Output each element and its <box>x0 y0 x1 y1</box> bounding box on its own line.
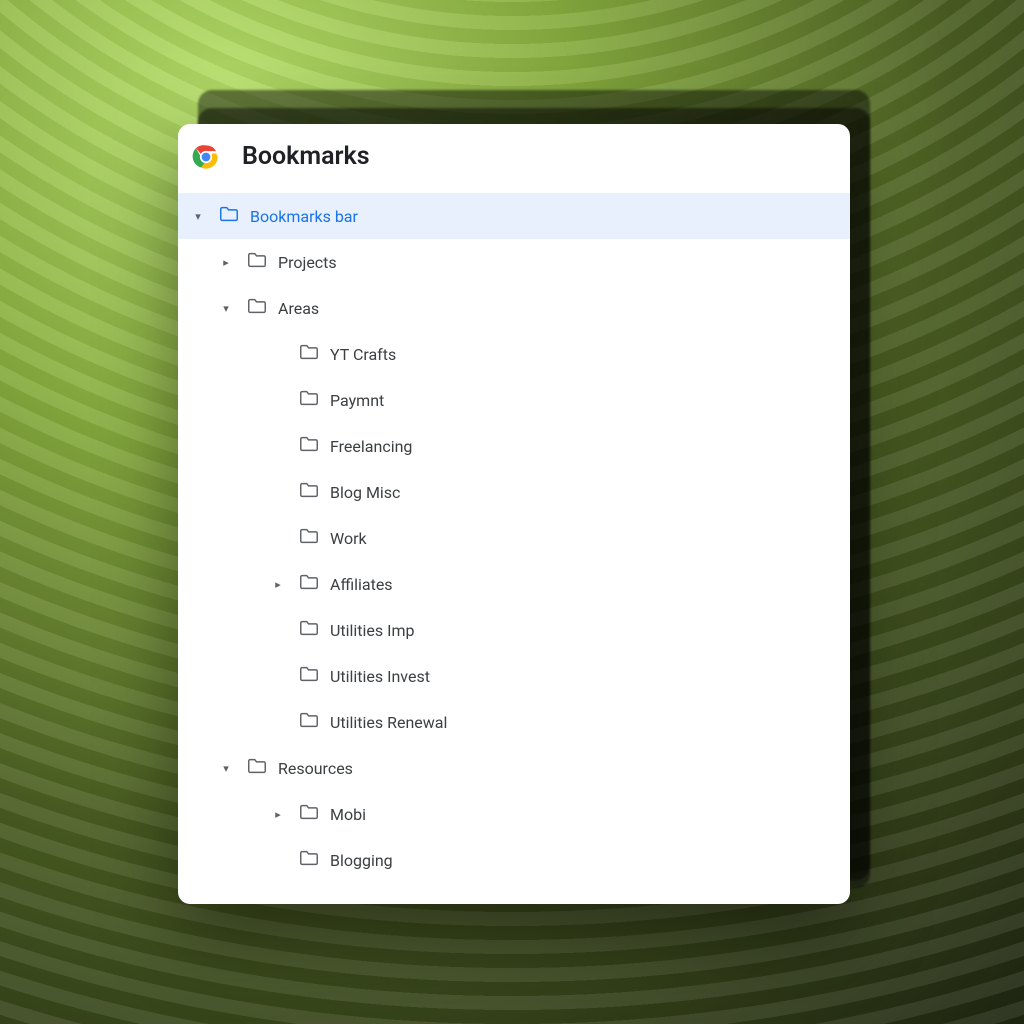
folder-icon <box>218 203 240 229</box>
bookmark-tree: ▾ Bookmarks bar ▸ Projects ▾ Areas YT Crafts Pa… <box>178 189 850 903</box>
tree-item[interactable]: YT Crafts <box>178 331 850 377</box>
chrome-icon <box>192 143 220 171</box>
chevron-down-icon[interactable]: ▾ <box>216 302 236 315</box>
chevron-right-icon[interactable]: ▸ <box>268 578 288 591</box>
tree-item[interactable]: ▸ Affiliates <box>178 561 850 607</box>
folder-icon <box>246 249 268 275</box>
tree-item[interactable]: Utilities Renewal <box>178 699 850 745</box>
tree-item[interactable]: Work <box>178 515 850 561</box>
folder-icon <box>298 801 320 827</box>
tree-item-label: Utilities Renewal <box>330 713 447 732</box>
tree-item[interactable]: ▸ Mobi <box>178 791 850 837</box>
folder-icon <box>298 433 320 459</box>
tree-item-label: Blogging <box>330 851 393 870</box>
tree-item[interactable]: ▾ Areas <box>178 285 850 331</box>
tree-item-label: Areas <box>278 299 319 318</box>
tree-item-label: Resources <box>278 759 353 778</box>
chevron-right-icon[interactable]: ▸ <box>216 256 236 269</box>
folder-icon <box>298 847 320 873</box>
tree-item-label: YT Crafts <box>330 345 396 364</box>
chevron-down-icon[interactable]: ▾ <box>188 210 208 223</box>
chevron-down-icon[interactable]: ▾ <box>216 762 236 775</box>
tree-item[interactable]: Freelancing <box>178 423 850 469</box>
tree-item-label: Projects <box>278 253 337 272</box>
tree-item-label: Mobi <box>330 805 366 824</box>
tree-item-label: Affiliates <box>330 575 393 594</box>
tree-item[interactable]: Blog Misc <box>178 469 850 515</box>
tree-item[interactable]: Paymnt <box>178 377 850 423</box>
chevron-right-icon[interactable]: ▸ <box>268 808 288 821</box>
tree-item-label: Utilities Imp <box>330 621 414 640</box>
folder-icon <box>298 663 320 689</box>
folder-icon <box>298 617 320 643</box>
folder-icon <box>298 525 320 551</box>
tree-item-label: Blog Misc <box>330 483 400 502</box>
panel-header: Bookmarks <box>178 124 850 189</box>
folder-icon <box>298 571 320 597</box>
bookmarks-panel: Bookmarks ▾ Bookmarks bar ▸ Projects ▾ Areas Y… <box>178 124 850 904</box>
tree-item[interactable]: ▸ Projects <box>178 239 850 285</box>
tree-item[interactable]: ▾ Resources <box>178 745 850 791</box>
tree-item-label: Utilities Invest <box>330 667 430 686</box>
folder-icon <box>298 479 320 505</box>
panel-title: Bookmarks <box>242 142 370 171</box>
folder-icon <box>298 709 320 735</box>
tree-item[interactable]: Utilities Invest <box>178 653 850 699</box>
tree-item[interactable]: Utilities Imp <box>178 607 850 653</box>
tree-item-label: Paymnt <box>330 391 384 410</box>
tree-item[interactable]: Blogging <box>178 837 850 883</box>
folder-icon <box>298 387 320 413</box>
folder-icon <box>298 341 320 367</box>
tree-item-label: Bookmarks bar <box>250 207 358 226</box>
tree-item-label: Work <box>330 529 367 548</box>
tree-item-label: Freelancing <box>330 437 412 456</box>
tree-item[interactable]: ▾ Bookmarks bar <box>178 193 850 239</box>
folder-icon <box>246 295 268 321</box>
folder-icon <box>246 755 268 781</box>
